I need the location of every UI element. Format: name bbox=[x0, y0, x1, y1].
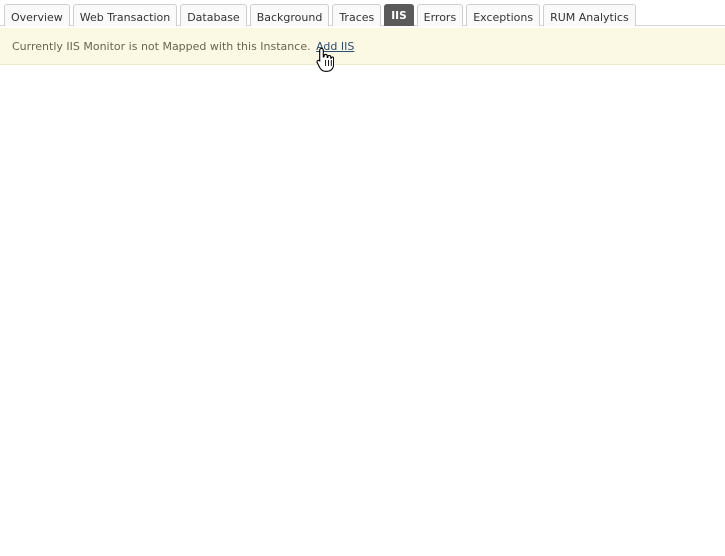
iis-not-mapped-banner: Currently IIS Monitor is not Mapped with… bbox=[0, 28, 725, 65]
main-content-area bbox=[0, 66, 725, 556]
tab-overview[interactable]: Overview bbox=[4, 4, 70, 26]
tab-database[interactable]: Database bbox=[180, 4, 247, 26]
tab-rum-analytics[interactable]: RUM Analytics bbox=[543, 4, 636, 26]
tab-list: Overview Web Transaction Database Backgr… bbox=[4, 4, 636, 26]
banner-message: Currently IIS Monitor is not Mapped with… bbox=[12, 40, 311, 53]
tab-web-transaction[interactable]: Web Transaction bbox=[72, 4, 178, 26]
hand-pointer-icon bbox=[316, 47, 334, 72]
tab-bar: Overview Web Transaction Database Backgr… bbox=[0, 0, 725, 26]
tab-background[interactable]: Background bbox=[249, 4, 330, 26]
tab-exceptions[interactable]: Exceptions bbox=[466, 4, 541, 26]
tab-iis[interactable]: IIS bbox=[384, 4, 414, 26]
tab-errors[interactable]: Errors bbox=[416, 4, 464, 26]
tab-traces[interactable]: Traces bbox=[332, 4, 382, 26]
